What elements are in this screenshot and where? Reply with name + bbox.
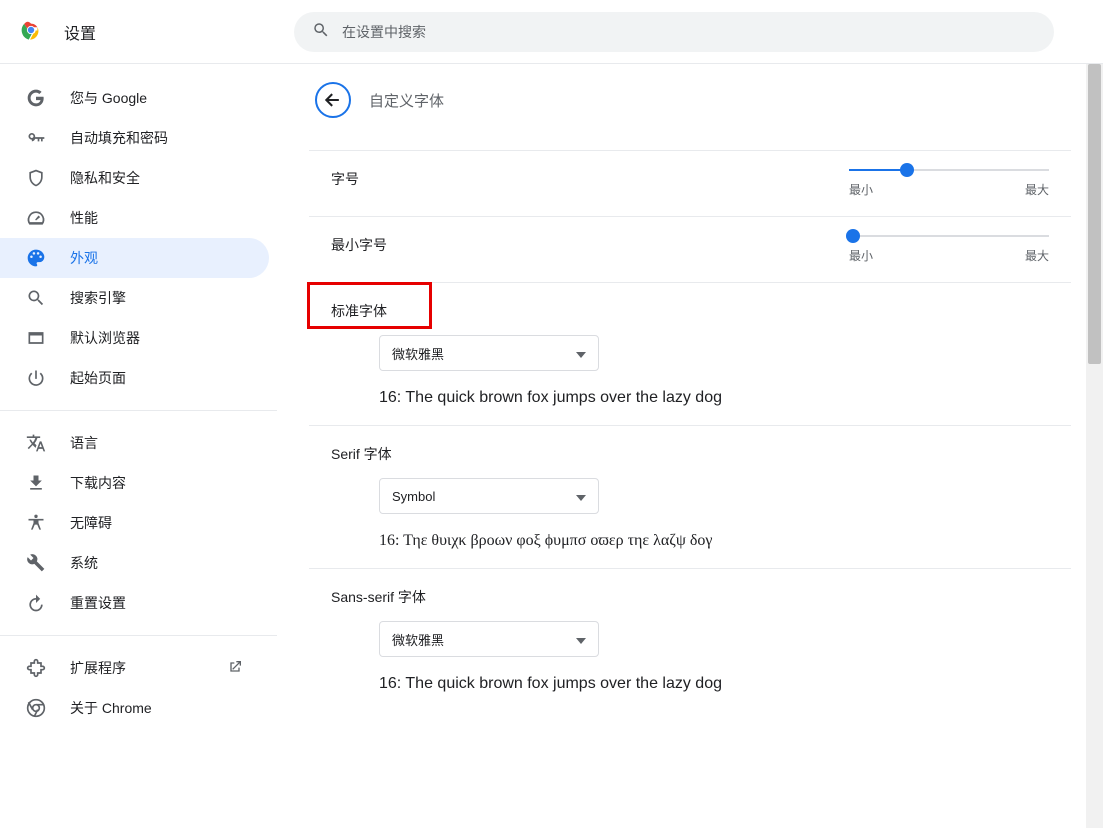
- sidebar-item-label: 系统: [70, 553, 98, 573]
- key-icon: [26, 128, 46, 148]
- sidebar-item-performance[interactable]: 性能: [0, 198, 269, 238]
- section-sans-font: Sans-serif 字体 微软雅黑 16: The quick brown f…: [309, 568, 1071, 711]
- palette-icon: [26, 248, 46, 268]
- sidebar: 您与 Google 自动填充和密码 隐私和安全 性能 外观 搜索引擎 默认浏览器: [0, 64, 277, 828]
- wrench-icon: [26, 553, 46, 573]
- sidebar-item-about-chrome[interactable]: 关于 Chrome: [0, 688, 269, 728]
- serif-font-label: Serif 字体: [331, 446, 392, 462]
- slider-max-label: 最大: [1025, 181, 1049, 198]
- external-link-icon: [227, 659, 243, 678]
- google-icon: [26, 88, 46, 108]
- dropdown-value: Symbol: [392, 489, 435, 504]
- sidebar-item-system[interactable]: 系统: [0, 543, 269, 583]
- extension-icon: [26, 658, 46, 678]
- sidebar-item-label: 隐私和安全: [70, 168, 140, 188]
- power-icon: [26, 368, 46, 388]
- sidebar-item-default-browser[interactable]: 默认浏览器: [0, 318, 269, 358]
- sans-font-preview: 16: The quick brown fox jumps over the l…: [379, 675, 1049, 693]
- dropdown-value: 微软雅黑: [392, 630, 444, 649]
- sidebar-item-label: 您与 Google: [70, 88, 147, 108]
- standard-font-select[interactable]: 微软雅黑: [379, 335, 599, 371]
- sidebar-item-label: 语言: [70, 433, 98, 453]
- fontsize-label: 字号: [331, 169, 359, 189]
- dropdown-value: 微软雅黑: [392, 344, 444, 363]
- standard-font-label: 标准字体: [331, 303, 387, 319]
- sidebar-item-label: 外观: [70, 248, 98, 268]
- scrollbar[interactable]: [1086, 64, 1103, 828]
- main-content: 自定义字体 字号 最小 最大: [277, 64, 1103, 828]
- sidebar-item-appearance[interactable]: 外观: [0, 238, 269, 278]
- gauge-icon: [26, 208, 46, 228]
- search-icon: [26, 288, 46, 308]
- browser-icon: [26, 328, 46, 348]
- section-min-fontsize: 最小字号 最小 最大: [309, 216, 1071, 282]
- sidebar-item-label: 无障碍: [70, 513, 112, 533]
- min-fontsize-label: 最小字号: [331, 235, 387, 255]
- slider-min-label: 最小: [849, 181, 873, 198]
- search-box[interactable]: [294, 12, 1054, 52]
- sidebar-item-reset[interactable]: 重置设置: [0, 583, 269, 623]
- chrome-logo-icon: [20, 19, 42, 44]
- nav-divider: [0, 635, 277, 636]
- section-fontsize: 字号 最小 最大: [309, 150, 1071, 216]
- app-header: 设置: [0, 0, 1103, 64]
- sidebar-item-search-engine[interactable]: 搜索引擎: [0, 278, 269, 318]
- reset-icon: [26, 593, 46, 613]
- sidebar-item-label: 默认浏览器: [70, 328, 140, 348]
- download-icon: [26, 473, 46, 493]
- section-serif-font: Serif 字体 Symbol 16: Τηε θυιχκ βροων φοξ …: [309, 425, 1071, 568]
- sidebar-item-label: 下载内容: [70, 473, 126, 493]
- slider-max-label: 最大: [1025, 247, 1049, 264]
- shield-icon: [26, 168, 46, 188]
- scrollbar-thumb[interactable]: [1088, 64, 1101, 364]
- nav-divider: [0, 410, 277, 411]
- translate-icon: [26, 433, 46, 453]
- sidebar-item-languages[interactable]: 语言: [0, 423, 269, 463]
- serif-font-preview: 16: Τηε θυιχκ βροων φοξ ϕυμπσ οϖερ τηε λ…: [379, 532, 1049, 550]
- sidebar-item-label: 搜索引擎: [70, 288, 126, 308]
- slider-min-label: 最小: [849, 247, 873, 264]
- sans-font-label: Sans-serif 字体: [331, 589, 426, 605]
- back-button[interactable]: [315, 82, 351, 118]
- sidebar-item-label: 扩展程序: [70, 658, 126, 678]
- sidebar-item-label: 关于 Chrome: [70, 698, 152, 718]
- sidebar-item-accessibility[interactable]: 无障碍: [0, 503, 269, 543]
- app-title: 设置: [64, 20, 96, 44]
- sidebar-item-you-and-google[interactable]: 您与 Google: [0, 78, 269, 118]
- sidebar-item-on-startup[interactable]: 起始页面: [0, 358, 269, 398]
- standard-font-preview: 16: The quick brown fox jumps over the l…: [379, 389, 1049, 407]
- chevron-down-icon: [576, 632, 586, 647]
- chevron-down-icon: [576, 346, 586, 361]
- section-standard-font: 标准字体 微软雅黑 16: The quick brown fox jumps …: [309, 282, 1071, 425]
- chevron-down-icon: [576, 489, 586, 504]
- page-title: 自定义字体: [369, 90, 444, 111]
- sidebar-item-label: 自动填充和密码: [70, 128, 168, 148]
- sidebar-item-label: 重置设置: [70, 593, 126, 613]
- serif-font-select[interactable]: Symbol: [379, 478, 599, 514]
- min-fontsize-slider[interactable]: [849, 235, 1049, 237]
- search-input[interactable]: [342, 24, 1036, 40]
- accessibility-icon: [26, 513, 46, 533]
- chrome-icon: [26, 698, 46, 718]
- search-icon: [312, 21, 330, 42]
- sidebar-item-extensions[interactable]: 扩展程序: [0, 648, 269, 688]
- sidebar-item-downloads[interactable]: 下载内容: [0, 463, 269, 503]
- fontsize-slider[interactable]: [849, 169, 1049, 171]
- sidebar-item-label: 起始页面: [70, 368, 126, 388]
- sans-font-select[interactable]: 微软雅黑: [379, 621, 599, 657]
- sidebar-item-label: 性能: [70, 208, 98, 228]
- sidebar-item-privacy[interactable]: 隐私和安全: [0, 158, 269, 198]
- sidebar-item-autofill[interactable]: 自动填充和密码: [0, 118, 269, 158]
